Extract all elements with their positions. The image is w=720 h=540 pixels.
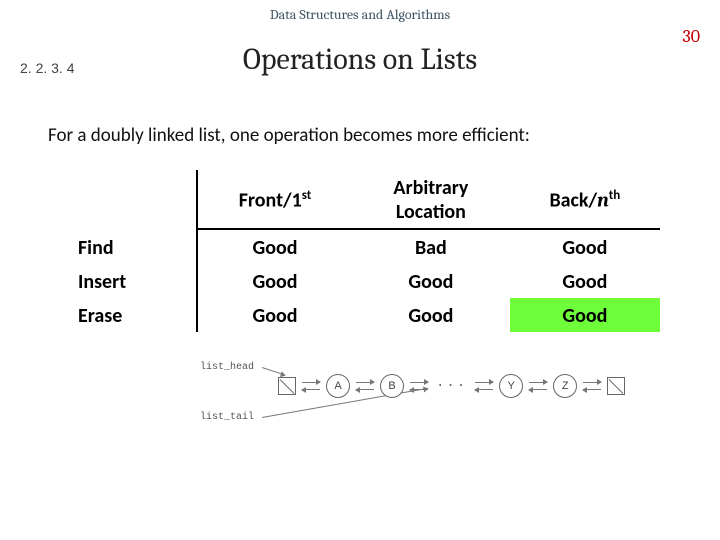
col-header-back-var: n xyxy=(597,188,609,211)
cell-front: Good xyxy=(197,298,352,332)
cell-front: Good xyxy=(197,264,352,298)
slide-title: Operations on Lists xyxy=(0,42,720,77)
link-icon xyxy=(529,380,547,392)
link-icon xyxy=(475,380,493,392)
cell-back: Good xyxy=(510,229,660,264)
operations-table: Front/1st Arbitrary Location Back/nth Fi… xyxy=(70,170,660,332)
cell-back-highlight: Good xyxy=(510,298,660,332)
dll-node: A xyxy=(326,374,350,398)
course-title: Data Structures and Algorithms xyxy=(0,6,720,23)
col-header-front-sup: st xyxy=(302,188,312,203)
col-header-front-text: Front/1 xyxy=(239,188,302,212)
col-header-back-sup: th xyxy=(609,188,620,203)
null-icon xyxy=(607,377,625,395)
col-header-back-prefix: Back/ xyxy=(549,188,597,212)
link-icon xyxy=(302,380,320,392)
link-icon xyxy=(356,380,374,392)
row-label: Erase xyxy=(70,298,197,332)
row-label: Find xyxy=(70,229,197,264)
col-header-arbitrary: Arbitrary Location xyxy=(352,170,510,229)
cell-back: Good xyxy=(510,264,660,298)
link-icon xyxy=(583,380,601,392)
dll-node: B xyxy=(380,374,404,398)
col-header-front: Front/1st xyxy=(197,170,352,229)
null-icon xyxy=(278,377,296,395)
lead-text: For a doubly linked list, one operation … xyxy=(48,124,680,147)
cell-front: Good xyxy=(197,229,352,264)
slide: Data Structures and Algorithms 30 2. 2. … xyxy=(0,0,720,540)
diagram-head-label: list_head xyxy=(200,362,254,373)
table-corner xyxy=(70,170,197,229)
cell-arbitrary: Bad xyxy=(352,229,510,264)
row-label: Insert xyxy=(70,264,197,298)
diagram-nodes: A B ··· Y Z xyxy=(278,374,625,398)
dll-node: Z xyxy=(553,374,577,398)
col-header-back: Back/nth xyxy=(510,170,660,229)
dll-node: Y xyxy=(499,374,523,398)
table-row: Erase Good Good Good xyxy=(70,298,660,332)
col-header-arbitrary-l2: Location xyxy=(396,200,466,224)
col-header-arbitrary-l1: Arbitrary xyxy=(393,176,468,200)
link-icon xyxy=(410,380,428,392)
ellipsis-icon: ··· xyxy=(434,378,469,394)
diagram-tail-label: list_tail xyxy=(200,412,254,423)
cell-arbitrary: Good xyxy=(352,298,510,332)
dll-diagram: list_head list_tail A B ··· Y Z xyxy=(200,350,520,440)
table-row: Insert Good Good Good xyxy=(70,264,660,298)
cell-arbitrary: Good xyxy=(352,264,510,298)
table-row: Find Good Bad Good xyxy=(70,229,660,264)
